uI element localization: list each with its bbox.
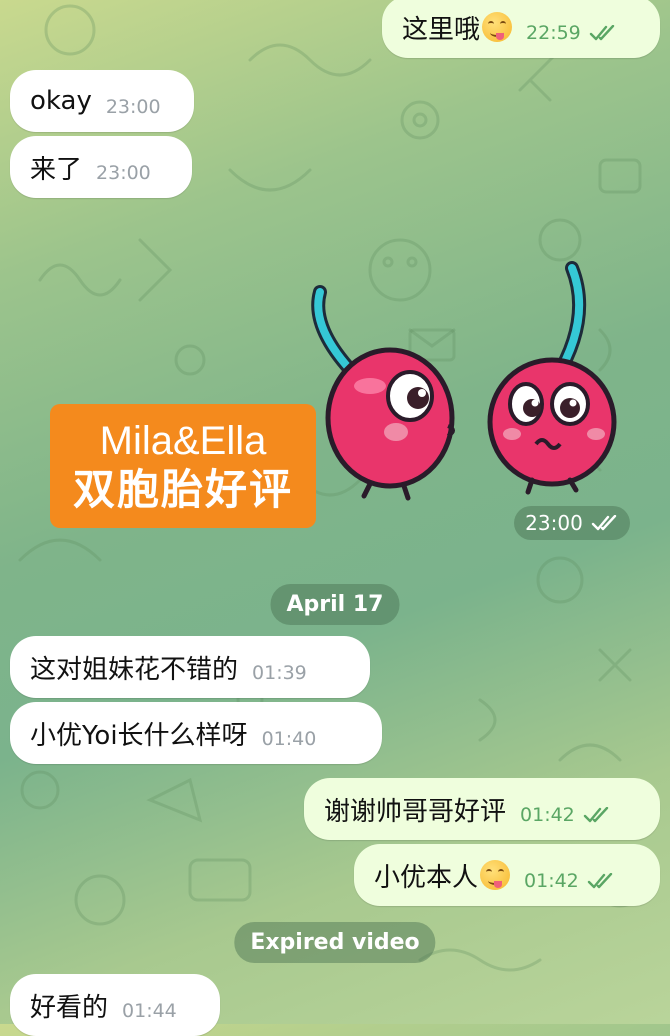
message-text: 这对姐妹花不错的 — [30, 654, 239, 685]
message-text: 小优本人 — [374, 862, 479, 893]
message-bubble-outgoing[interactable]: 小优本人 01:42 — [354, 844, 660, 906]
savoring-face-emoji-icon — [482, 12, 513, 42]
promo-line-1: Mila&Ella — [99, 419, 267, 463]
message-bubble-outgoing[interactable]: 谢谢帅哥哥好评 01:42 — [304, 778, 660, 840]
message-time: 01:44 — [122, 1000, 177, 1022]
message-text: 来了 — [30, 154, 83, 185]
promo-line-2: 双胞胎好评 — [72, 466, 293, 513]
message-bubble-incoming[interactable]: 来了 23:00 — [10, 136, 192, 198]
cherry-twins-sticker-icon — [311, 261, 617, 501]
message-bubble-incoming[interactable]: 小优Yoi长什么样呀 01:40 — [10, 702, 382, 764]
double-check-read-icon — [591, 515, 619, 531]
double-check-read-icon — [583, 807, 611, 823]
message-time: 01:42 — [524, 870, 579, 892]
message-text: okay — [30, 86, 92, 116]
message-bubble-incoming[interactable]: okay 23:00 — [10, 70, 194, 132]
message-time: 23:00 — [105, 96, 161, 118]
savoring-face-emoji-icon — [480, 860, 511, 890]
double-check-read-icon — [587, 873, 615, 889]
expired-video-notice: Expired video — [234, 922, 436, 963]
message-bubble-incoming[interactable]: 好看的 01:44 — [10, 974, 220, 1036]
message-text: 谢谢帅哥哥好评 — [324, 796, 507, 827]
date-separator: April 17 — [270, 584, 400, 625]
message-time: 23:00 — [96, 162, 151, 184]
message-text: 好看的 — [30, 992, 109, 1023]
message-bubble-outgoing[interactable]: 这里哦 22:59 — [382, 0, 660, 58]
message-time: 23:00 — [525, 511, 583, 535]
message-time: 01:42 — [520, 804, 575, 826]
sticker-time-badge: 23:00 — [514, 506, 630, 540]
message-time: 22:59 — [526, 22, 581, 44]
promo-label: Mila&Ella 双胞胎好评 — [50, 404, 316, 528]
message-bubble-incoming[interactable]: 这对姐妹花不错的 01:39 — [10, 636, 370, 698]
message-time: 01:40 — [261, 728, 317, 750]
message-text: 这里哦 — [402, 14, 481, 45]
message-text: 小优Yoi长什么样呀 — [30, 720, 248, 751]
double-check-read-icon — [589, 25, 617, 41]
message-time: 01:39 — [252, 662, 307, 684]
